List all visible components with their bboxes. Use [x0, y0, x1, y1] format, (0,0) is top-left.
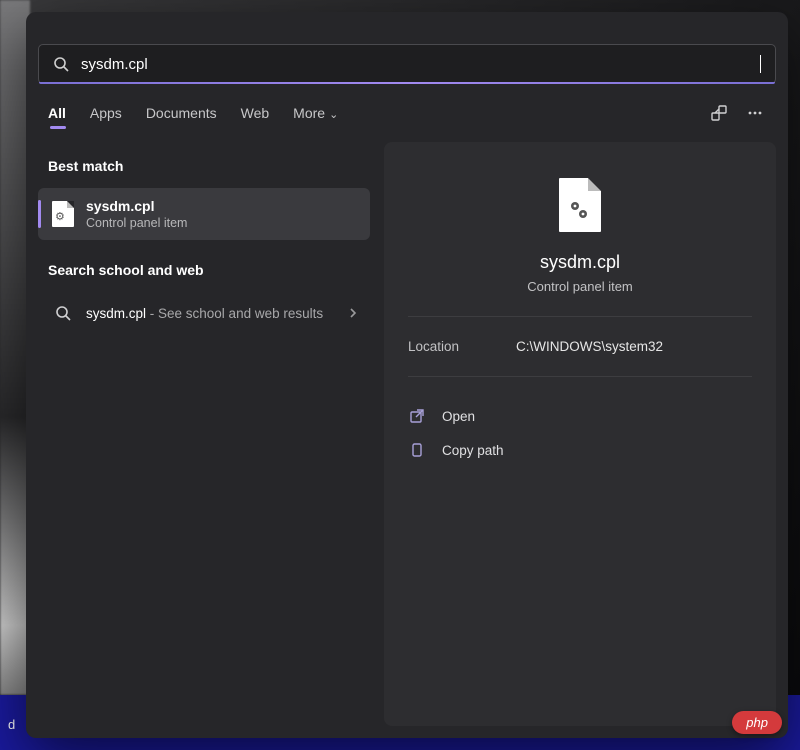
divider [408, 316, 752, 317]
tab-documents[interactable]: Documents [146, 105, 217, 121]
chevron-right-icon [348, 308, 358, 318]
text-caret [760, 55, 761, 73]
more-options-icon[interactable] [744, 102, 766, 124]
copy-icon [408, 441, 426, 459]
tab-more-label: More [293, 105, 325, 121]
action-copy-path[interactable]: Copy path [408, 433, 752, 467]
open-icon [408, 407, 426, 425]
chevron-down-icon: ⌄ [329, 109, 338, 121]
taskbar-text-fragment: d [8, 717, 15, 732]
search-bar-container [26, 12, 788, 84]
tab-more[interactable]: More ⌄ [293, 105, 338, 121]
windows-search-panel: All Apps Documents Web More ⌄ Best match … [26, 12, 788, 738]
action-open[interactable]: Open [408, 399, 752, 433]
location-row: Location C:\WINDOWS\system32 [408, 339, 752, 354]
tab-all[interactable]: All [48, 105, 66, 121]
gears-icon: ⚙ [55, 210, 65, 223]
action-open-label: Open [442, 409, 475, 424]
preview-subtitle: Control panel item [408, 279, 752, 294]
filter-tabs-row: All Apps Documents Web More ⌄ [26, 84, 788, 134]
web-result-title: sysdm.cpl [86, 306, 146, 321]
watermark-text: php [746, 715, 768, 730]
web-result-tail: - See school and web results [146, 306, 323, 321]
location-label: Location [408, 339, 516, 354]
search-options-icon[interactable] [708, 102, 730, 124]
search-school-web-heading: Search school and web [38, 246, 370, 286]
web-search-result[interactable]: sysdm.cpl - See school and web results [38, 292, 370, 334]
preview-pane: sysdm.cpl Control panel item Location C:… [384, 142, 776, 726]
tab-web[interactable]: Web [241, 105, 270, 121]
best-match-result[interactable]: ⚙ sysdm.cpl Control panel item [38, 188, 370, 240]
results-column: Best match ⚙ sysdm.cpl Control panel ite… [38, 142, 374, 726]
action-copy-path-label: Copy path [442, 443, 504, 458]
search-icon [53, 56, 69, 72]
search-body: Best match ⚙ sysdm.cpl Control panel ite… [26, 134, 788, 738]
search-input[interactable] [81, 56, 760, 73]
control-panel-file-icon: ⚙ [52, 201, 74, 227]
tab-apps[interactable]: Apps [90, 105, 122, 121]
divider [408, 376, 752, 377]
result-title: sysdm.cpl [86, 198, 187, 214]
preview-icon-container [408, 178, 752, 232]
search-icon [52, 302, 74, 324]
search-bar[interactable] [38, 44, 776, 84]
watermark-badge: php [732, 711, 782, 734]
result-subtitle: Control panel item [86, 216, 187, 230]
location-value: C:\WINDOWS\system32 [516, 339, 663, 354]
control-panel-file-icon [559, 178, 601, 232]
preview-title: sysdm.cpl [408, 252, 752, 273]
result-text-group: sysdm.cpl Control panel item [86, 198, 187, 230]
best-match-heading: Best match [38, 142, 370, 182]
web-result-text: sysdm.cpl - See school and web results [86, 306, 323, 321]
gears-icon [567, 198, 591, 222]
